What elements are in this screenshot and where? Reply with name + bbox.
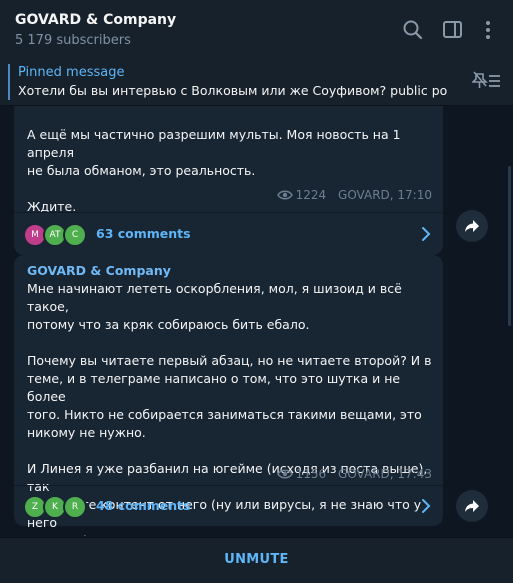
bottom-bar: UNMUTE bbox=[0, 537, 513, 583]
unmute-button[interactable]: UNMUTE bbox=[0, 552, 513, 567]
chevron-right-icon bbox=[421, 498, 431, 518]
share-button[interactable] bbox=[456, 210, 488, 242]
post-author[interactable]: GOVARD & Company bbox=[27, 263, 171, 278]
sidebar-toggle-icon[interactable] bbox=[441, 18, 465, 42]
views-icon bbox=[276, 189, 293, 204]
view-count: 1156 bbox=[295, 467, 327, 481]
chat-header: GOVARD & Company 5 179 subscribers bbox=[0, 0, 513, 61]
channel-post[interactable]: GOVARD & Company Мне начинают лететь оск… bbox=[14, 255, 443, 536]
view-count: 1224 bbox=[295, 188, 327, 202]
chevron-right-icon bbox=[421, 226, 431, 246]
comments-count: 48 comments bbox=[96, 498, 191, 513]
post-meta: 1156 GOVARD, 17:43 bbox=[276, 467, 432, 483]
channel-title[interactable]: GOVARD & Company bbox=[15, 12, 176, 28]
pinned-message-bar[interactable]: Pinned message Хотели бы вы интервью с В… bbox=[0, 60, 513, 106]
author-time: GOVARD, 17:43 bbox=[338, 467, 432, 481]
divider bbox=[14, 212, 443, 213]
share-button[interactable] bbox=[456, 490, 488, 522]
pinned-accent-bar bbox=[8, 64, 10, 100]
pinned-text: Хотели бы вы интервью с Волковым или же … bbox=[18, 83, 448, 98]
search-icon[interactable] bbox=[401, 18, 425, 42]
pinned-list-icon[interactable] bbox=[471, 70, 502, 96]
scrollbar[interactable] bbox=[508, 166, 511, 326]
author-time: GOVARD, 17:10 bbox=[338, 188, 432, 202]
post-meta: 1224 GOVARD, 17:10 bbox=[276, 188, 432, 204]
avatar: C bbox=[63, 223, 87, 247]
subscriber-count: 5 179 subscribers bbox=[15, 33, 131, 48]
avatar: R bbox=[63, 495, 87, 519]
comments-button[interactable]: Z K R 48 comments bbox=[14, 486, 443, 526]
comments-button[interactable]: M AT C 63 comments bbox=[14, 214, 443, 254]
channel-post[interactable]: А ещё мы частично разрешим мульты. Моя н… bbox=[14, 106, 443, 255]
views-icon bbox=[276, 468, 293, 483]
pinned-title: Pinned message bbox=[18, 65, 125, 80]
more-vertical-icon[interactable] bbox=[476, 18, 500, 42]
comments-count: 63 comments bbox=[96, 226, 191, 241]
message-list[interactable]: А ещё мы частично разрешим мульты. Моя н… bbox=[0, 106, 513, 536]
